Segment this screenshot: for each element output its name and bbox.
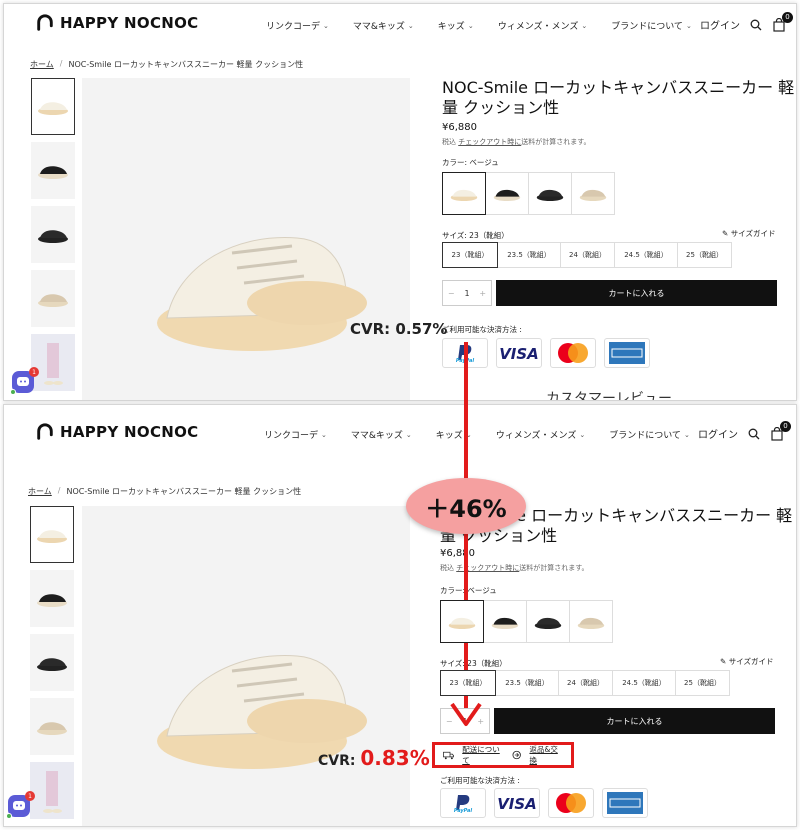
sneaker-beige-image	[450, 189, 478, 201]
size-option-23[interactable]: 23（靴組）	[440, 670, 496, 696]
swatch-beige[interactable]	[442, 172, 486, 215]
size-option-23[interactable]: 23（靴組）	[442, 242, 498, 268]
uplift-badge: ＋46%	[406, 478, 526, 534]
swatch-beige[interactable]	[440, 600, 484, 643]
ab-test-comparison: HAPPY NOCNOC リンクコーデ ⌄ ママ&キッズ ⌄ キッズ ⌄ ウィメンズ・…	[0, 0, 800, 830]
sneaker-beige-image	[448, 617, 476, 629]
down-arrow-icon	[450, 342, 482, 726]
